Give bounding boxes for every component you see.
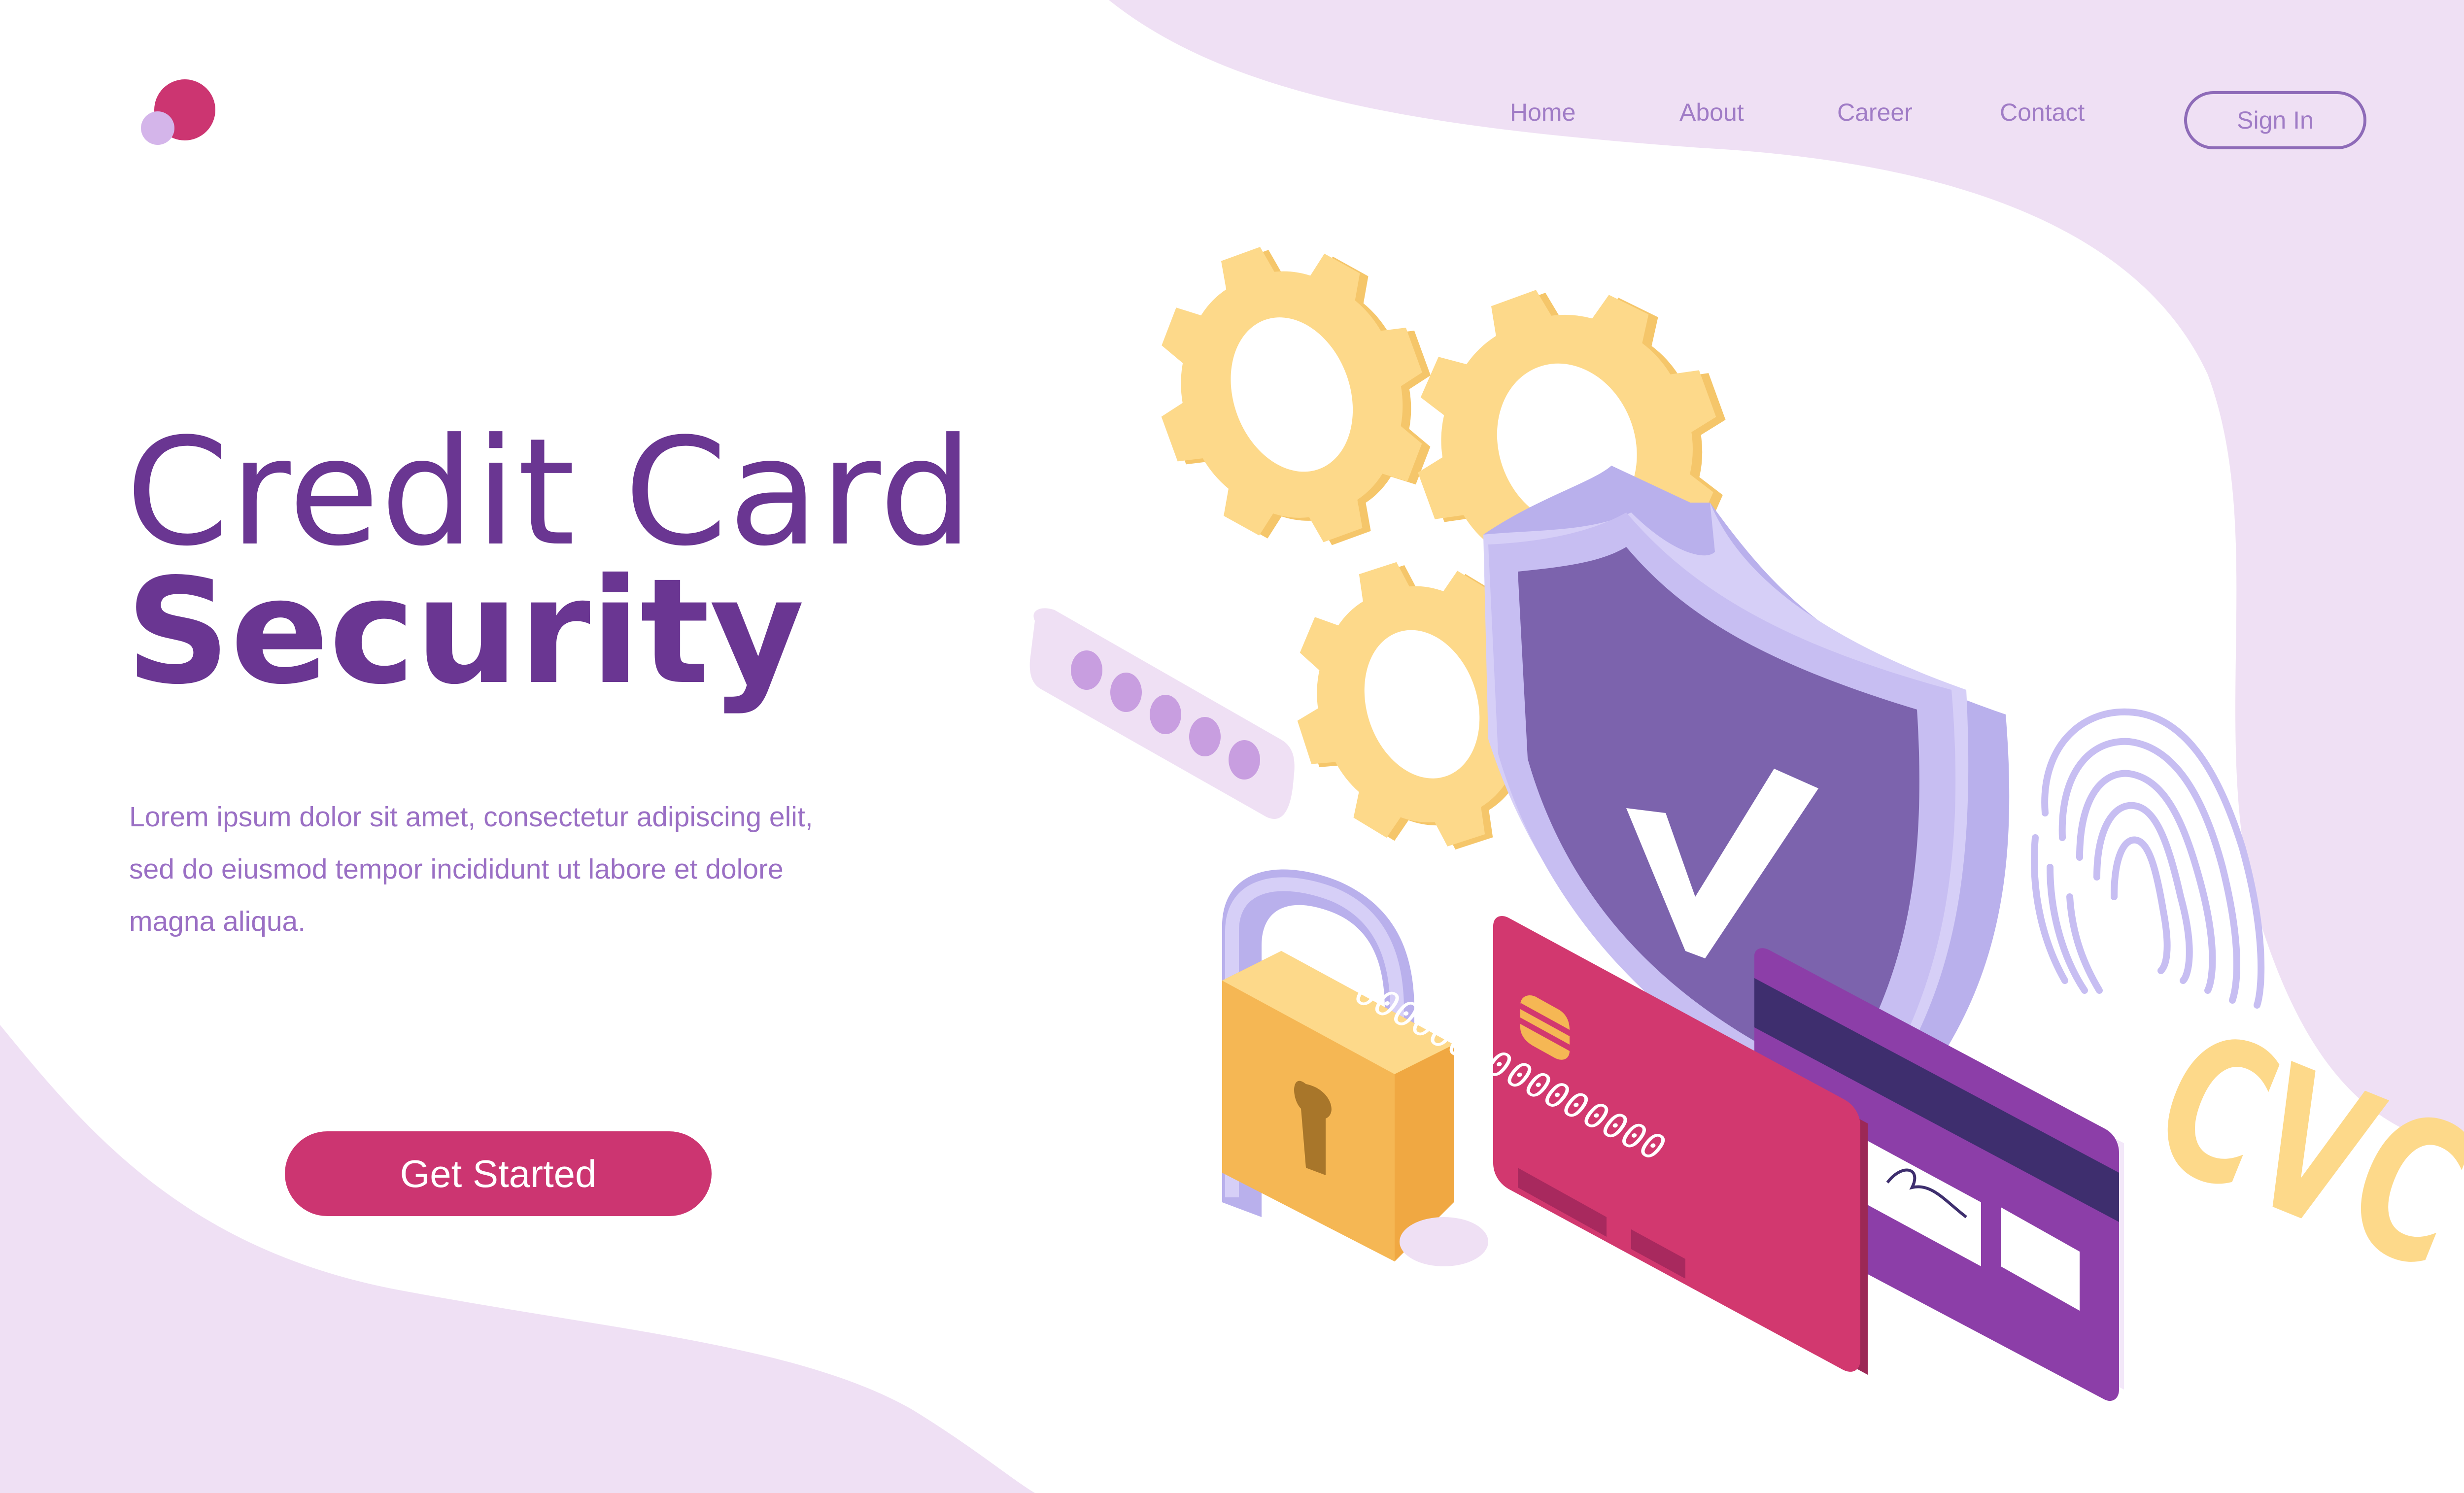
fingerprint-icon xyxy=(2031,708,2265,1009)
padlock-icon xyxy=(1222,869,1488,1266)
password-field-icon xyxy=(1029,608,1295,819)
security-illustration: CVC 0000 0000 0000 0000 xyxy=(1029,209,2464,1401)
gear-icon xyxy=(1118,209,1474,583)
cvc-label: CVC xyxy=(2126,986,2464,1314)
